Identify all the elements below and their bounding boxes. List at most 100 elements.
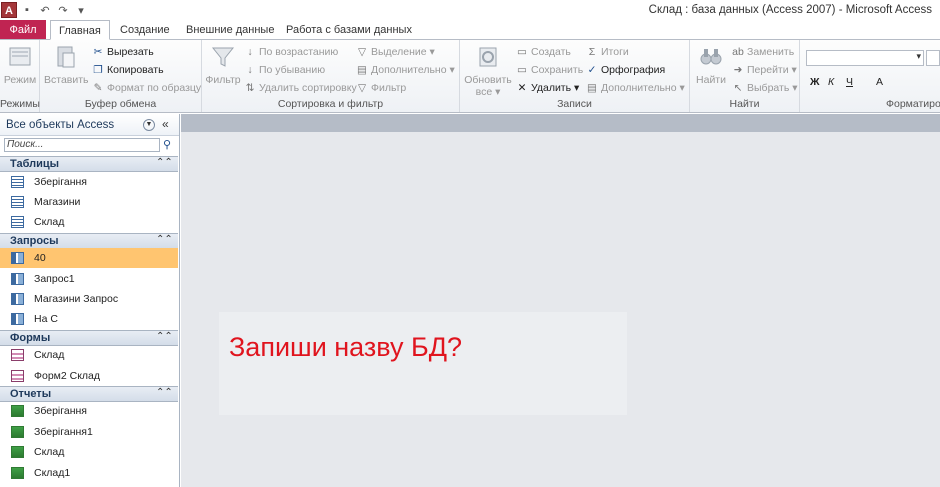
report-icon (11, 467, 24, 479)
advanced-filter-button[interactable]: ▤ Дополнительно ▾ (356, 62, 455, 78)
nav-item-report[interactable]: Склад (0, 442, 178, 462)
tab-external-data[interactable]: Внешние данные (178, 20, 282, 40)
nav-collapse-icon[interactable]: « (162, 117, 169, 131)
filter-button[interactable]: Фильтр (204, 44, 242, 86)
font-size-dropdown[interactable] (926, 50, 940, 66)
report-icon (11, 426, 24, 438)
tab-database-tools[interactable]: Работа с базами данных (278, 20, 420, 40)
collapse-section-icon[interactable]: ⌃⌃ (156, 157, 173, 168)
nav-item-query[interactable]: Запрос1 (0, 269, 178, 289)
view-button[interactable]: Режим (2, 44, 38, 86)
nav-item-query-selected[interactable]: 40 (0, 248, 178, 268)
nav-section-tables[interactable]: Таблицы ⌃⌃ (0, 156, 178, 172)
sort-descending-button[interactable]: ↓ По убыванию (244, 62, 325, 78)
nav-item-report[interactable]: Зберігання1 (0, 422, 178, 442)
nav-title: Все объекты Access (6, 119, 115, 131)
ribbon-tabs: Файл Главная Создание Внешние данные Раб… (0, 20, 940, 40)
customize-qat-icon[interactable]: ▾ (74, 4, 88, 17)
nav-item-report[interactable]: Зберігання (0, 401, 178, 421)
replace-button[interactable]: ab Заменить (732, 44, 794, 60)
nav-item-query[interactable]: На С (0, 309, 178, 329)
view-icon (9, 47, 31, 66)
underline-button[interactable]: Ч (846, 74, 853, 90)
nav-item-report[interactable]: Склад1 (0, 463, 178, 483)
search-icon[interactable]: ⚲ (161, 138, 173, 152)
report-icon (11, 446, 24, 458)
more-records-button[interactable]: ▤ Дополнительно ▾ (586, 80, 685, 96)
window-title: Склад : база данных (Access 2007) - Micr… (648, 4, 932, 16)
paste-button[interactable]: Вставить (44, 44, 89, 86)
sort-descending-icon: ↓ (247, 64, 253, 76)
form-icon (11, 370, 24, 382)
group-label-sort-filter: Сортировка и фильтр (277, 98, 384, 110)
nav-section-reports[interactable]: Отчеты ⌃⌃ (0, 386, 178, 402)
query-icon (11, 313, 24, 325)
paste-icon (57, 46, 75, 68)
collapse-section-icon[interactable]: ⌃⌃ (156, 387, 173, 398)
ribbon: Режим Режимы Вставить ✂ Вырезать ❐ Копиров… (0, 39, 940, 113)
group-label-clipboard: Буфер обмена (84, 98, 157, 110)
tab-create[interactable]: Создание (112, 20, 178, 40)
font-color-button[interactable]: A (876, 74, 883, 90)
main-workspace: Запиши назву БД? (181, 114, 940, 487)
report-icon (11, 405, 24, 417)
nav-menu-dropdown-icon[interactable]: ▼ (143, 119, 155, 131)
totals-button[interactable]: Σ Итоги (586, 44, 629, 60)
group-formatting: ▾ Ж К Ч A Форматиров (800, 40, 940, 112)
access-app-icon[interactable]: A (1, 2, 17, 18)
table-icon (11, 216, 24, 228)
group-sort-filter: Фильтр ↓ По возрастанию ↓ По убыванию ⇅ Уда… (202, 40, 460, 112)
spelling-button[interactable]: ✓ Орфография (586, 62, 666, 78)
query-icon (11, 252, 24, 264)
replace-icon: ab (732, 46, 744, 58)
remove-sort-button[interactable]: ⇅ Удалить сортировку (244, 80, 357, 96)
nav-item-query[interactable]: Магазини Запрос (0, 289, 178, 309)
nav-item-form[interactable]: Форм2 Склад (0, 366, 178, 386)
select-button[interactable]: ↖ Выбрать ▾ (732, 80, 798, 96)
nav-item-table[interactable]: Магазини (0, 192, 178, 212)
format-painter-icon: ✎ (93, 82, 103, 94)
new-record-icon: ▭ (517, 46, 527, 58)
bold-button[interactable]: Ж (810, 74, 820, 90)
group-label-modes: Режимы (0, 98, 40, 110)
nav-section-forms[interactable]: Формы ⌃⌃ (0, 330, 178, 346)
collapse-section-icon[interactable]: ⌃⌃ (156, 331, 173, 342)
nav-item-table[interactable]: Склад (0, 212, 178, 232)
collapse-section-icon[interactable]: ⌃⌃ (156, 234, 173, 245)
table-icon (11, 196, 24, 208)
save-record-button[interactable]: ▭ Сохранить (516, 62, 583, 78)
format-painter-button[interactable]: ✎ Формат по образцу (92, 80, 202, 96)
sort-ascending-icon: ↓ (247, 46, 253, 58)
question-text: Запиши назву БД? (229, 332, 463, 362)
nav-header[interactable]: Все объекты Access ▼ « (0, 114, 179, 136)
delete-record-button[interactable]: ✕ Удалить ▾ (516, 80, 580, 96)
refresh-all-button[interactable]: Обновить все ▾ (464, 44, 512, 98)
new-record-button[interactable]: ▭ Создать (516, 44, 571, 60)
navigation-pane: Все объекты Access ▼ « Поиск... ⚲ Таблиц… (0, 114, 180, 487)
italic-button[interactable]: К (828, 74, 834, 90)
selection-button[interactable]: ▽ Выделение ▾ (356, 44, 435, 60)
group-clipboard: Вставить ✂ Вырезать ❐ Копировать ✎ Формат п… (40, 40, 202, 112)
group-label-formatting: Форматиров (886, 98, 940, 110)
cut-button[interactable]: ✂ Вырезать (92, 44, 154, 60)
group-records: Обновить все ▾ ▭ Создать ▭ Сохранить ✕ Удали… (460, 40, 690, 112)
tab-home[interactable]: Главная (50, 20, 110, 40)
undo-icon[interactable]: ↶ (38, 4, 52, 17)
funnel-icon (211, 47, 235, 67)
sort-ascending-button[interactable]: ↓ По возрастанию (244, 44, 338, 60)
question-overlay: Запиши назву БД? (219, 312, 627, 415)
tab-file[interactable]: Файл (0, 20, 46, 40)
font-name-dropdown[interactable]: ▾ (806, 50, 924, 66)
nav-item-form[interactable]: Склад (0, 345, 178, 365)
find-button[interactable]: Найти (692, 44, 730, 86)
save-icon[interactable]: ▪ (20, 4, 34, 16)
nav-search-input[interactable]: Поиск... (4, 138, 160, 152)
toggle-filter-button[interactable]: ▽ Фильтр (356, 80, 406, 96)
group-label-find: Найти (729, 98, 760, 110)
goto-button[interactable]: ➜ Перейти ▾ (732, 62, 797, 78)
nav-section-queries[interactable]: Запросы ⌃⌃ (0, 233, 178, 249)
redo-icon[interactable]: ↷ (56, 4, 70, 17)
more-icon: ▤ (587, 82, 597, 94)
copy-button[interactable]: ❐ Копировать (92, 62, 163, 78)
nav-item-table[interactable]: Зберігання (0, 172, 178, 192)
